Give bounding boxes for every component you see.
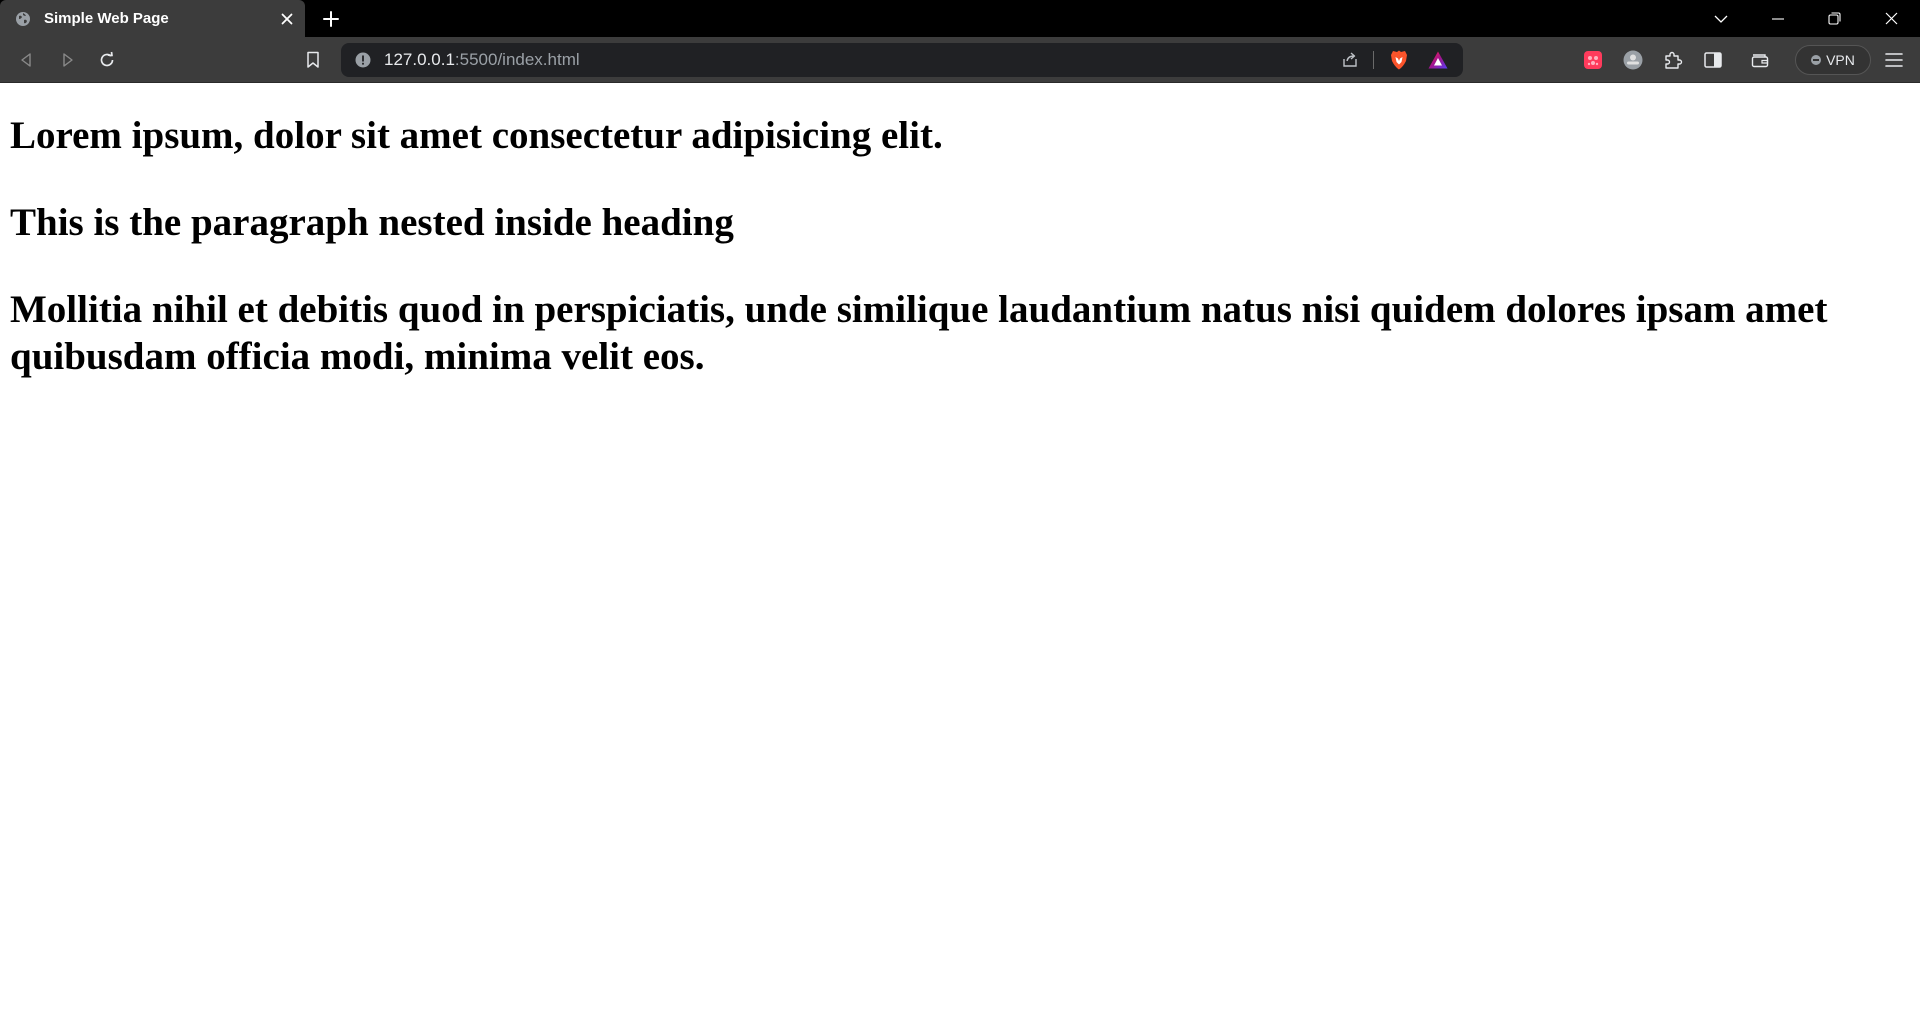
reload-button[interactable] xyxy=(92,45,122,75)
address-bar[interactable]: 127.0.0.1:5500/index.html xyxy=(341,43,1463,77)
puzzle-icon xyxy=(1665,51,1683,69)
vpn-status-icon xyxy=(1811,55,1822,65)
new-tab-button[interactable] xyxy=(318,6,344,32)
heading-lorem-ipsum: Lorem ipsum, dolor sit amet consectetur … xyxy=(10,114,943,157)
brave-shields-button[interactable] xyxy=(1387,48,1411,72)
vpn-button[interactable]: VPN xyxy=(1795,45,1871,75)
extensions-button[interactable] xyxy=(1658,45,1688,75)
extension-grey-icon xyxy=(1623,50,1643,70)
address-bar-divider xyxy=(1373,51,1374,69)
brave-rewards-icon xyxy=(1428,51,1448,69)
extension-red-icon xyxy=(1584,51,1602,69)
forward-button[interactable] xyxy=(52,45,82,75)
tab-title: Simple Web Page xyxy=(44,10,169,27)
extension-button-grey[interactable] xyxy=(1618,45,1648,75)
sidebar-button[interactable] xyxy=(1698,45,1728,75)
forward-icon xyxy=(63,53,73,67)
minimize-button[interactable] xyxy=(1749,0,1806,37)
url-host: 127.0.0.1 xyxy=(384,50,455,69)
wallet-icon xyxy=(1751,54,1769,68)
browser-toolbar: 127.0.0.1:5500/index.html VPN xyxy=(0,37,1920,83)
bookmark-icon xyxy=(307,51,319,68)
hamburger-menu-icon xyxy=(1885,53,1903,67)
url-text[interactable]: 127.0.0.1:5500/index.html xyxy=(384,51,580,69)
brave-shields-icon xyxy=(1391,50,1407,70)
vpn-label: VPN xyxy=(1826,52,1855,68)
site-info-icon[interactable] xyxy=(355,52,371,68)
share-icon xyxy=(1343,52,1357,67)
close-tab-icon[interactable] xyxy=(275,7,299,31)
minimize-icon xyxy=(1771,17,1784,20)
tab-strip: Simple Web Page xyxy=(0,0,1920,37)
close-icon xyxy=(1885,12,1898,25)
sidebar-icon xyxy=(1704,52,1722,68)
back-icon xyxy=(21,53,31,67)
heading-nested-paragraph: This is the paragraph nested inside head… xyxy=(10,201,734,244)
browser-window: Simple Web Page 127.0.0.1:5500/index.htm… xyxy=(0,0,1920,1017)
tab-simple-web-page[interactable]: Simple Web Page xyxy=(0,0,305,37)
window-controls xyxy=(1692,0,1920,37)
main-menu-button[interactable] xyxy=(1879,45,1909,75)
restore-icon xyxy=(1828,12,1841,25)
chevron-down-icon xyxy=(1714,15,1727,23)
brave-rewards-button[interactable] xyxy=(1426,48,1450,72)
url-path: :5500/index.html xyxy=(454,50,580,69)
heading-mollitia: Mollitia nihil et debitis quod in perspi… xyxy=(10,288,1828,378)
bookmark-button[interactable] xyxy=(298,45,328,75)
tab-search-button[interactable] xyxy=(1692,0,1749,37)
extension-button-red[interactable] xyxy=(1578,45,1608,75)
close-window-button[interactable] xyxy=(1863,0,1920,37)
page-content: Lorem ipsum, dolor sit amet consectetur … xyxy=(0,83,1920,1017)
reload-icon xyxy=(100,51,114,67)
share-button[interactable] xyxy=(1338,48,1362,72)
back-button[interactable] xyxy=(12,45,42,75)
wallet-button[interactable] xyxy=(1745,45,1775,75)
restore-button[interactable] xyxy=(1806,0,1863,37)
globe-icon xyxy=(15,11,31,27)
plus-icon xyxy=(323,11,339,27)
